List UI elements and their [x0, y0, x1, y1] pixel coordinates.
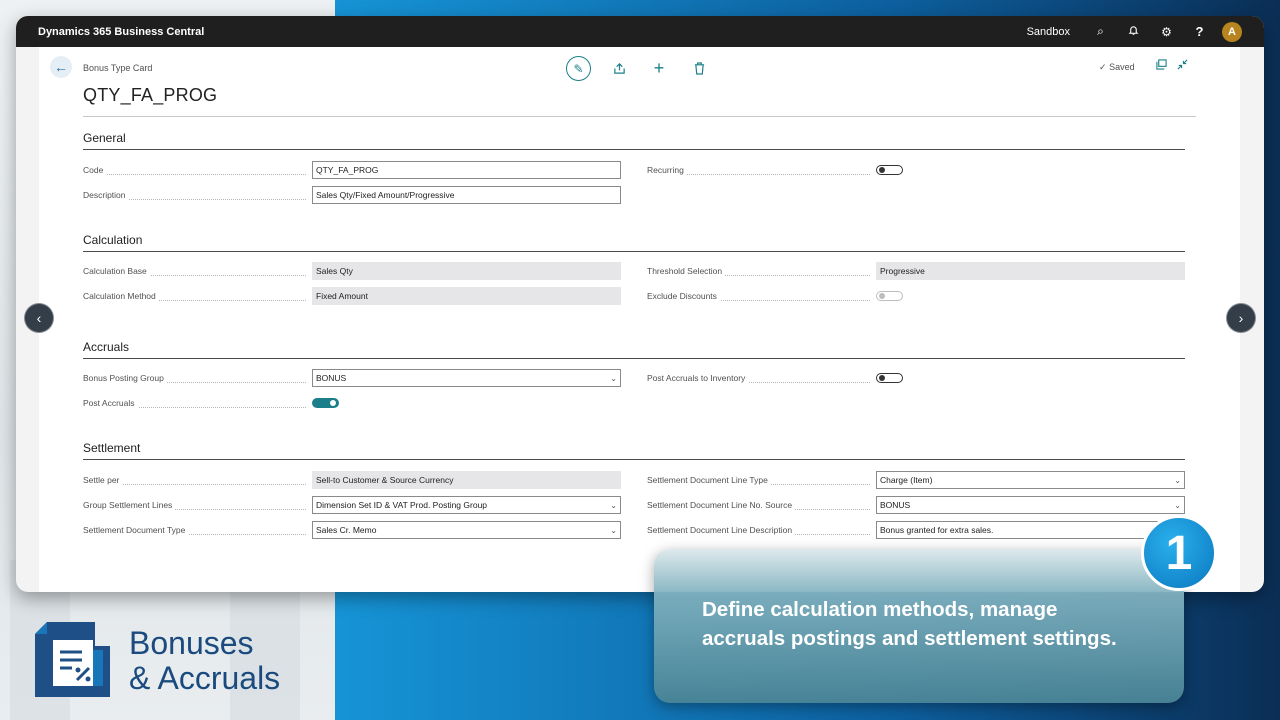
section-settlement: Settlement: [83, 441, 1185, 460]
field-label: Settlement Document Line Type: [647, 475, 876, 485]
field-row-settlement-line-type: Settlement Document Line Type Charge (It…: [647, 471, 1185, 489]
previous-slide-button[interactable]: ‹: [24, 303, 54, 333]
description-input[interactable]: Sales Qty/Fixed Amount/Progressive: [312, 186, 621, 204]
check-icon: ✓: [1099, 62, 1107, 72]
field-row-post-accruals-inventory: Post Accruals to Inventory: [647, 369, 903, 387]
breadcrumb: Bonus Type Card: [83, 63, 153, 73]
card-right-icons: [1156, 59, 1188, 73]
brand-name: Bonuses & Accruals: [129, 626, 280, 696]
settlement-document-type-select[interactable]: Sales Cr. Memo ⌄: [312, 521, 621, 539]
top-bar-actions: Sandbox ⌕ ⚙ ? A: [1027, 21, 1242, 42]
field-label: Calculation Base: [83, 266, 312, 276]
field-label: Settlement Document Line Description: [647, 525, 876, 535]
field-label: Settle per: [83, 475, 312, 485]
field-label: Bonus Posting Group: [83, 373, 312, 383]
field-row-calculation-method: Calculation Method Fixed Amount: [83, 287, 621, 305]
search-icon[interactable]: ⌕: [1084, 24, 1117, 39]
field-label: Threshold Selection: [647, 266, 876, 276]
promo-line-1: Define calculation methods, manage: [702, 598, 1058, 621]
chevron-down-icon: ⌄: [1174, 500, 1181, 510]
post-accruals-toggle[interactable]: [312, 398, 339, 408]
calculation-base-field: Sales Qty: [312, 262, 621, 280]
group-settlement-lines-select[interactable]: Dimension Set ID & VAT Prod. Posting Gro…: [312, 496, 621, 514]
field-label: Post Accruals: [83, 398, 312, 408]
settlement-line-no-source-select[interactable]: BONUS ⌄: [876, 496, 1185, 514]
field-label: Code: [83, 165, 312, 175]
promo-callout: Define calculation methods, manage accru…: [654, 549, 1184, 703]
chevron-down-icon: ⌄: [610, 500, 617, 510]
settlement-line-description-input[interactable]: Bonus granted for extra sales.: [876, 521, 1185, 539]
section-title-settlement[interactable]: Settlement: [83, 441, 1185, 460]
saved-label: Saved: [1109, 62, 1135, 72]
delete-icon[interactable]: [679, 57, 719, 81]
field-label: Recurring: [647, 165, 876, 175]
card-actions: ✎ +: [566, 56, 719, 81]
bonus-type-card: ← Bonus Type Card QTY_FA_PROG ✎ + ✓ Save…: [39, 47, 1240, 592]
field-row-post-accruals: Post Accruals: [83, 394, 339, 412]
section-accruals: Accruals: [83, 340, 1185, 359]
field-row-settlement-document-type: Settlement Document Type Sales Cr. Memo …: [83, 521, 621, 539]
post-accruals-inventory-toggle[interactable]: [876, 373, 903, 383]
environment-name[interactable]: Sandbox: [1027, 26, 1070, 38]
promo-text: Define calculation methods, manage accru…: [702, 595, 1162, 653]
field-label: Settlement Document Type: [83, 525, 312, 535]
section-title-accruals[interactable]: Accruals: [83, 340, 1185, 359]
field-row-calculation-base: Calculation Base Sales Qty: [83, 262, 621, 280]
field-row-code: Code QTY_FA_PROG: [83, 161, 621, 179]
field-label: Group Settlement Lines: [83, 500, 312, 510]
open-new-window-icon[interactable]: [1156, 59, 1167, 73]
add-icon[interactable]: +: [639, 57, 679, 81]
field-label: Post Accruals to Inventory: [647, 373, 876, 383]
field-row-bonus-posting-group: Bonus Posting Group BONUS ⌄: [83, 369, 621, 387]
brand-line-2: & Accruals: [129, 660, 281, 696]
settle-per-field: Sell-to Customer & Source Currency: [312, 471, 621, 489]
field-label: Settlement Document Line No. Source: [647, 500, 876, 510]
field-row-description: Description Sales Qty/Fixed Amount/Progr…: [83, 186, 621, 204]
code-input[interactable]: QTY_FA_PROG: [312, 161, 621, 179]
field-row-group-settlement-lines: Group Settlement Lines Dimension Set ID …: [83, 496, 621, 514]
section-calculation: Calculation: [83, 233, 1185, 252]
avatar[interactable]: A: [1222, 21, 1242, 42]
app-title: Dynamics 365 Business Central: [38, 25, 205, 38]
bonuses-accruals-logo-icon: [33, 620, 112, 699]
share-icon[interactable]: [599, 57, 639, 81]
calculation-method-field: Fixed Amount: [312, 287, 621, 305]
field-label: Calculation Method: [83, 291, 312, 301]
field-label: Description: [83, 190, 312, 200]
chevron-down-icon: ⌄: [610, 373, 617, 383]
promo-line-2: accruals postings and settlement setting…: [702, 627, 1117, 650]
saved-status: ✓ Saved: [1099, 62, 1135, 73]
app-window: Dynamics 365 Business Central Sandbox ⌕ …: [16, 16, 1264, 592]
field-row-exclude-discounts: Exclude Discounts: [647, 287, 903, 305]
field-row-settlement-line-no-source: Settlement Document Line No. Source BONU…: [647, 496, 1185, 514]
section-title-general[interactable]: General: [83, 131, 1185, 150]
field-row-settlement-line-description: Settlement Document Line Description Bon…: [647, 521, 1185, 539]
section-title-calculation[interactable]: Calculation: [83, 233, 1185, 252]
chevron-down-icon: ⌄: [1174, 475, 1181, 485]
step-badge: 1: [1141, 515, 1217, 591]
field-row-settle-per: Settle per Sell-to Customer & Source Cur…: [83, 471, 621, 489]
edit-icon[interactable]: ✎: [566, 56, 591, 81]
next-slide-button[interactable]: ›: [1226, 303, 1256, 333]
field-row-recurring: Recurring: [647, 161, 903, 179]
recurring-toggle[interactable]: [876, 165, 903, 175]
settlement-line-type-select[interactable]: Charge (Item) ⌄: [876, 471, 1185, 489]
bell-icon[interactable]: [1117, 25, 1150, 39]
section-general: General: [83, 131, 1185, 150]
threshold-selection-field: Progressive: [876, 262, 1185, 280]
back-arrow-icon[interactable]: ←: [50, 56, 72, 78]
top-bar: Dynamics 365 Business Central Sandbox ⌕ …: [16, 16, 1264, 47]
help-icon[interactable]: ?: [1183, 24, 1216, 39]
bonus-posting-group-select[interactable]: BONUS ⌄: [312, 369, 621, 387]
gear-icon[interactable]: ⚙: [1150, 25, 1183, 39]
chevron-down-icon: ⌄: [610, 525, 617, 535]
field-row-threshold-selection: Threshold Selection Progressive: [647, 262, 1185, 280]
exclude-discounts-toggle: [876, 291, 903, 301]
title-divider: [83, 116, 1196, 117]
collapse-icon[interactable]: [1177, 59, 1188, 73]
field-label: Exclude Discounts: [647, 291, 876, 301]
page-title: QTY_FA_PROG: [83, 85, 218, 105]
brand-line-1: Bonuses: [129, 625, 254, 661]
